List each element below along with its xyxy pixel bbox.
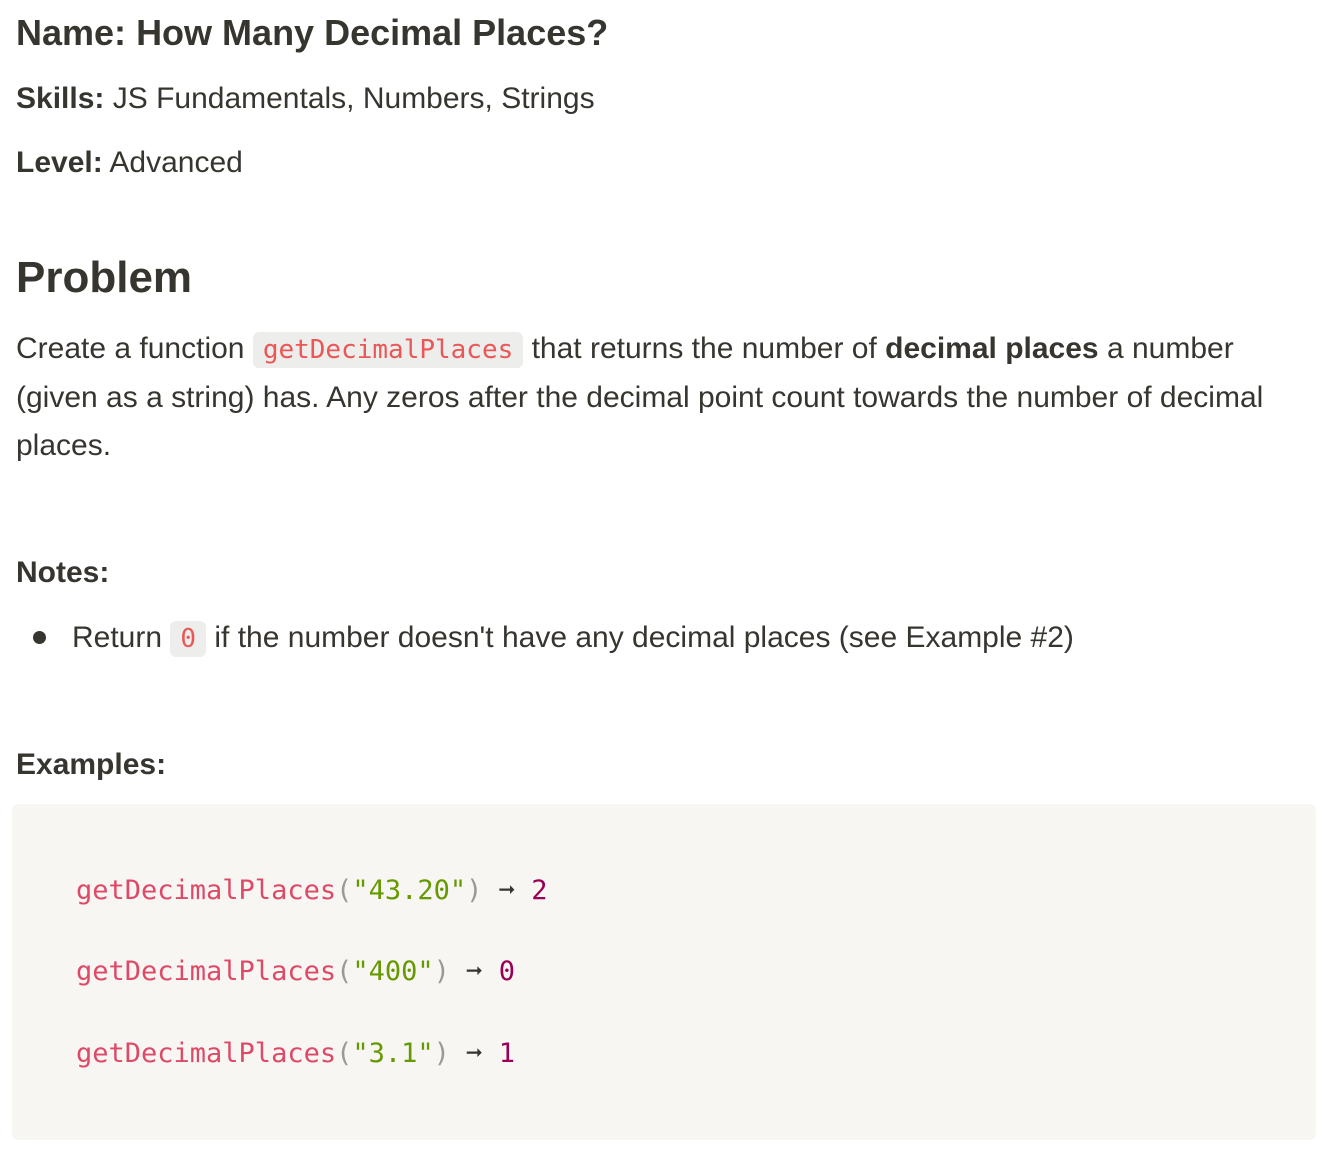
note-text-before: Return (72, 621, 171, 654)
problem-description: Create a function getDecimalPlaces that … (16, 325, 1296, 470)
example-open-paren: ( (336, 956, 353, 987)
level-label: Level: (16, 146, 103, 179)
example-argument: "3.1" (352, 1038, 434, 1069)
arrow-icon: ➞ (466, 1038, 483, 1069)
examples-heading: Examples: (16, 748, 167, 781)
example-function: getDecimalPlaces (76, 1038, 337, 1069)
arrow-icon: ➞ (466, 956, 483, 987)
example-line: getDecimalPlaces("400") ➞ 0 (76, 954, 515, 990)
bullet-icon (33, 631, 46, 644)
note-item: Return 0 if the number doesn't have any … (16, 614, 1074, 663)
example-line: getDecimalPlaces("3.1") ➞ 1 (76, 1036, 515, 1072)
example-close-paren: ) (466, 875, 483, 906)
example-argument: "43.20" (352, 875, 467, 906)
level-line: Level: Advanced (16, 143, 243, 183)
note-inline-code: 0 (170, 621, 207, 657)
notes-heading: Notes: (16, 556, 110, 589)
example-open-paren: ( (336, 1038, 353, 1069)
example-line: getDecimalPlaces("43.20") ➞ 2 (76, 873, 547, 909)
name-heading: Name: How Many Decimal Places? (16, 10, 608, 56)
note-text-after: if the number doesn't have any decimal p… (206, 621, 1074, 654)
skills-value: JS Fundamentals, Numbers, Strings (112, 82, 595, 115)
example-result: 1 (498, 1038, 515, 1069)
example-close-paren: ) (433, 956, 450, 987)
example-function: getDecimalPlaces (76, 956, 337, 987)
example-close-paren: ) (433, 1038, 450, 1069)
function-name-code: getDecimalPlaces (252, 332, 524, 368)
example-open-paren: ( (336, 875, 353, 906)
name-value: How Many Decimal Places? (136, 12, 609, 53)
example-argument: "400" (352, 956, 434, 987)
example-result: 0 (498, 956, 515, 987)
skills-label: Skills: (16, 82, 105, 115)
problem-bold-phrase: decimal places (885, 332, 1099, 365)
problem-text-middle: that returns the number of (523, 332, 886, 365)
arrow-icon: ➞ (498, 875, 515, 906)
problem-heading: Problem (16, 253, 193, 302)
example-result: 2 (531, 875, 548, 906)
skills-line: Skills: JS Fundamentals, Numbers, String… (16, 79, 595, 119)
notes-list: Return 0 if the number doesn't have any … (16, 614, 1074, 663)
name-label: Name: (16, 12, 127, 53)
example-function: getDecimalPlaces (76, 875, 337, 906)
problem-text-intro: Create a function (16, 332, 253, 365)
level-value: Advanced (109, 146, 243, 179)
